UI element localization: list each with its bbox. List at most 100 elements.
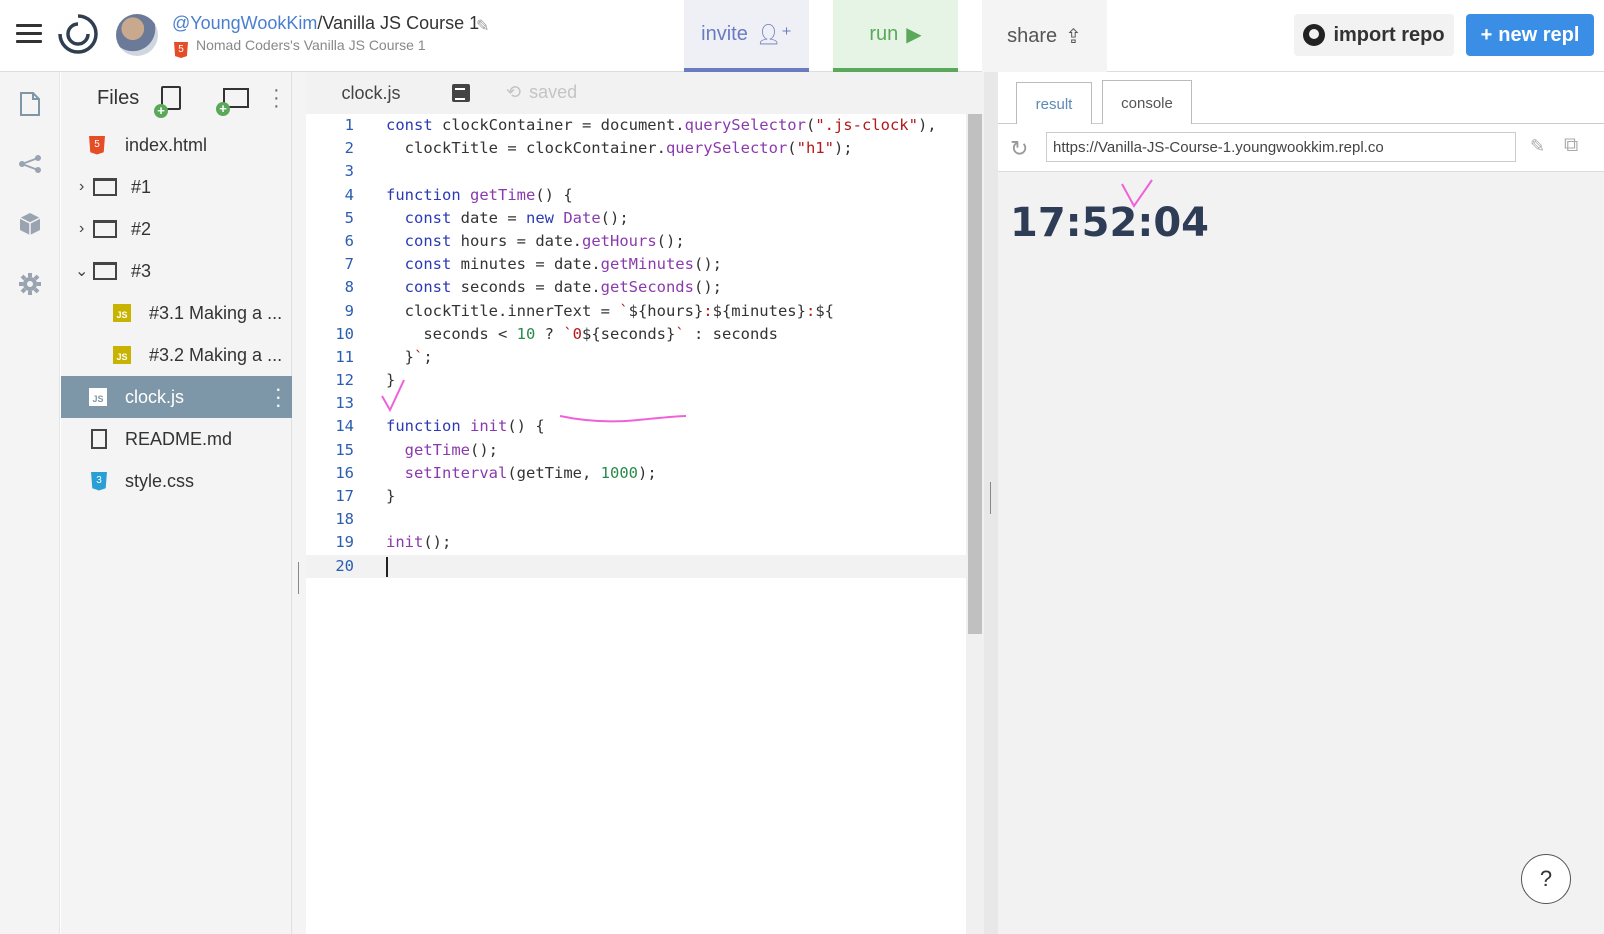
help-button[interactable]: ? (1521, 854, 1571, 904)
line-number: 10 (335, 324, 354, 343)
tab-label: console (1121, 94, 1173, 112)
saved-label: saved (529, 82, 578, 102)
html5-icon: 5 (174, 42, 188, 58)
js-icon: JS (113, 346, 131, 364)
scrollbar-thumb[interactable] (968, 114, 982, 634)
history-icon: ⟲ (506, 82, 522, 102)
code-text: getTime(); (404, 440, 498, 459)
code-text: const minutes = date.getMinutes(); (404, 255, 722, 274)
code-lines[interactable]: 1 const clockContainer = document.querySe… (306, 114, 966, 578)
folder-label: #2 (131, 218, 152, 239)
code-text: clockTitle.innerText = `${hours}:${minut… (386, 301, 834, 320)
code-line: 12} (306, 369, 966, 392)
line-number: 15 (335, 440, 354, 459)
code-text: const date = new Date(); (404, 208, 629, 227)
refresh-icon[interactable]: ↻ (1010, 136, 1028, 162)
user-link[interactable]: @YoungWookKim (172, 13, 317, 33)
tab-clock-js[interactable]: clock.js (306, 72, 436, 114)
chevron-right-icon[interactable]: › (79, 178, 93, 196)
file-item-style-css[interactable]: 3 style.css (61, 460, 292, 502)
folder-item-2[interactable]: › #2 (61, 208, 292, 250)
file-label: style.css (125, 470, 195, 491)
code-text: clockTitle = clockContainer.querySelecto… (386, 139, 853, 158)
folder-item-1[interactable]: › #1 (61, 166, 292, 208)
result-panel: result console ↻ ✎ ⧉ 17:52:04 ? (998, 72, 1604, 934)
format-doc-icon[interactable] (452, 84, 470, 102)
panel-resize-handle[interactable] (292, 72, 306, 934)
code-line: 17} (306, 485, 966, 508)
share-icon: ⇪ (1065, 25, 1082, 48)
code-text: function getTime() { (386, 185, 573, 204)
file-item-clock-js[interactable]: JS clock.js · · · (61, 376, 292, 418)
help-label: ? (1539, 866, 1553, 891)
js-icon: JS (113, 304, 131, 322)
chevron-down-icon[interactable]: ⌄ (75, 261, 93, 281)
editor-scrollbar[interactable] (966, 114, 984, 934)
folder-item-3[interactable]: ⌄ #3 (61, 250, 292, 292)
code-line: 7 const minutes = date.getMinutes(); (306, 253, 966, 276)
code-line: 10 seconds < 10 ? `0${seconds}` : second… (306, 323, 966, 346)
line-number: 5 (344, 208, 354, 227)
file-label: index.html (125, 134, 208, 155)
file-item-3-2[interactable]: JS #3.2 Making a ... (61, 334, 292, 376)
import-repo-button[interactable]: import repo (1294, 14, 1454, 56)
tab-console[interactable]: console (1102, 80, 1192, 125)
line-number: 18 (335, 510, 354, 529)
code-line-current: 20 (306, 554, 966, 578)
line-number: 4 (344, 185, 354, 204)
replit-logo[interactable] (58, 14, 98, 54)
code-line: 2 clockTitle = clockContainer.querySelec… (306, 137, 966, 160)
line-number: 9 (344, 301, 354, 320)
code-line: 11 }`; (306, 346, 966, 369)
code-line: 18 (306, 508, 966, 531)
share-nodes-icon[interactable] (16, 150, 44, 178)
avatar[interactable] (116, 14, 158, 56)
code-line: 1 const clockContainer = document.querySe… (306, 114, 966, 137)
text-cursor (386, 556, 388, 577)
code-text: const clockContainer = document.querySel… (386, 116, 937, 134)
tab-result[interactable]: result (1016, 82, 1092, 125)
edit-pencil-icon[interactable]: ✎ (476, 16, 489, 36)
line-number: 20 (335, 556, 354, 575)
new-label: new repl (1498, 23, 1580, 46)
invite-button[interactable]: invite 👤︎⁺ (684, 0, 809, 72)
url-input[interactable] (1046, 132, 1516, 162)
editor-tab-bar: clock.js ⟲ saved (306, 72, 984, 114)
code-line: 8 const seconds = date.getSeconds(); (306, 276, 966, 299)
code-line: 3 (306, 160, 966, 183)
settings-gear-icon[interactable] (16, 270, 44, 298)
saved-status: ⟲ saved (506, 82, 577, 103)
files-menu-icon[interactable]: · · · (273, 80, 280, 116)
js-icon: JS (89, 388, 107, 406)
menu-icon[interactable] (16, 24, 42, 44)
file-item-index-html[interactable]: 5 index.html (61, 124, 292, 166)
line-number: 11 (335, 347, 354, 366)
code-line: 4 function getTime() { (306, 184, 966, 207)
code-line: 14 function init() { (306, 415, 966, 438)
file-label: clock.js (125, 386, 185, 407)
code-text: }`; (386, 347, 433, 366)
packages-icon[interactable] (16, 210, 44, 238)
run-button[interactable]: run ▶ (833, 0, 958, 72)
share-button[interactable]: share ⇪ (982, 0, 1107, 72)
file-menu-icon[interactable]: · · · (275, 378, 282, 416)
line-number: 12 (335, 371, 354, 390)
github-icon (1303, 24, 1326, 46)
files-icon[interactable] (16, 90, 44, 118)
code-editor[interactable]: clock.js ⟲ saved 1 const clockContainer = … (306, 72, 984, 934)
add-folder-icon[interactable] (216, 88, 249, 116)
add-file-icon[interactable] (154, 86, 181, 118)
repl-name[interactable]: /Vanilla JS Course 1 (317, 13, 479, 33)
line-number: 16 (335, 463, 354, 482)
edit-pencil-icon[interactable]: ✎ (1530, 136, 1545, 157)
file-item-readme[interactable]: README.md (61, 418, 292, 460)
css3-icon: 3 (91, 471, 107, 491)
open-new-window-icon[interactable]: ⧉ (1564, 134, 1578, 157)
panel-resize-handle[interactable] (984, 72, 998, 934)
chevron-right-icon[interactable]: › (79, 220, 93, 238)
file-item-3-1[interactable]: JS #3.1 Making a ... (61, 292, 292, 334)
new-repl-button[interactable]: + new repl (1466, 14, 1594, 56)
code-line: 13 (306, 392, 966, 415)
left-rail (0, 72, 60, 934)
line-number: 6 (344, 231, 354, 250)
